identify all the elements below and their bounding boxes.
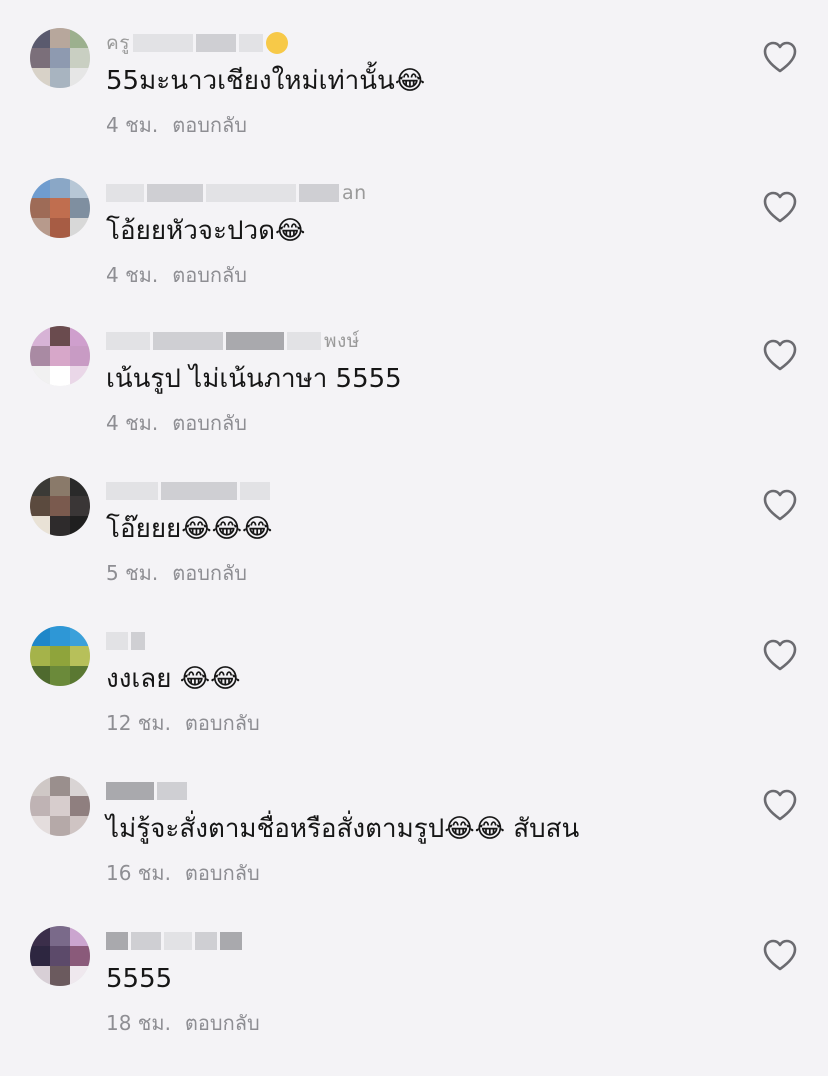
redacted-username-block: [195, 932, 217, 950]
username[interactable]: [106, 928, 242, 954]
redacted-username-block: [287, 332, 321, 350]
avatar[interactable]: [30, 326, 90, 386]
redacted-username-block: [106, 332, 150, 350]
timestamp: 12 ชม.: [106, 711, 171, 735]
comment-meta: 4 ชม. ตอบกลับ: [106, 262, 247, 288]
comment-meta: 12 ชม. ตอบกลับ: [106, 710, 260, 736]
heart-icon[interactable]: [762, 338, 798, 372]
timestamp: 5 ชม.: [106, 561, 159, 585]
avatar[interactable]: [30, 178, 90, 238]
redacted-username-block: [106, 782, 154, 800]
heart-icon[interactable]: [762, 488, 798, 522]
redacted-username-block: [106, 932, 128, 950]
username[interactable]: [106, 628, 145, 654]
avatar[interactable]: [30, 476, 90, 536]
redacted-username-block: [153, 332, 223, 350]
comment-meta: 16 ชม. ตอบกลับ: [106, 860, 260, 886]
redacted-username-block: [240, 482, 270, 500]
username[interactable]: ครู: [106, 30, 288, 56]
comment-text: โอ๊ยยย😂😂😂: [106, 514, 273, 544]
reply-button[interactable]: ตอบกลับ: [172, 561, 247, 585]
username[interactable]: [106, 478, 270, 504]
heart-icon[interactable]: [762, 788, 798, 822]
redacted-username-block: [106, 482, 158, 500]
redacted-username-block: [220, 932, 242, 950]
comment-item: พงษ์เน้นรูป ไม่เน้นภาษา 5555 4 ชม. ตอบกลับ: [0, 326, 828, 476]
heart-icon[interactable]: [762, 40, 798, 74]
avatar[interactable]: [30, 776, 90, 836]
redacted-username-block: [226, 332, 284, 350]
comment-text: งงเลย 😂😂: [106, 664, 241, 694]
avatar[interactable]: [30, 626, 90, 686]
username-text: ครู: [106, 32, 130, 54]
comment-meta: 4 ชม. ตอบกลับ: [106, 410, 247, 436]
timestamp: 16 ชม.: [106, 861, 171, 885]
username-text: an: [342, 182, 367, 204]
username[interactable]: [106, 778, 187, 804]
avatar[interactable]: [30, 926, 90, 986]
redacted-username-block: [164, 932, 192, 950]
comment-meta: 18 ชม. ตอบกลับ: [106, 1010, 260, 1036]
comment-item: ไม่รู้จะสั่งตามชื่อหรือสั่งตามรูป😂😂 สับส…: [0, 776, 828, 926]
reply-button[interactable]: ตอบกลับ: [185, 711, 260, 735]
heart-icon[interactable]: [762, 190, 798, 224]
redacted-username-block: [131, 632, 145, 650]
comment-text: เน้นรูป ไม่เน้นภาษา 5555: [106, 364, 402, 394]
comment-text: ไม่รู้จะสั่งตามชื่อหรือสั่งตามรูป😂😂 สับส…: [106, 814, 580, 844]
redacted-username-block: [132, 34, 193, 52]
comment-item: 5555 18 ชม. ตอบกลับ: [0, 926, 828, 1076]
redacted-username-block: [206, 184, 296, 202]
comment-text: 55มะนาวเชียงใหม่เท่านั้น😂: [106, 66, 426, 96]
redacted-username-block: [131, 932, 161, 950]
comment-item: โอ๊ยยย😂😂😂 5 ชม. ตอบกลับ: [0, 476, 828, 626]
redacted-username-block: [161, 482, 237, 500]
comment-item: งงเลย 😂😂 12 ชม. ตอบกลับ: [0, 626, 828, 776]
emoji-badge-icon: [265, 32, 288, 54]
reply-button[interactable]: ตอบกลับ: [172, 263, 247, 287]
comment-meta: 4 ชม. ตอบกลับ: [106, 112, 247, 138]
reply-button[interactable]: ตอบกลับ: [172, 113, 247, 137]
redacted-username-block: [106, 632, 128, 650]
timestamp: 18 ชม.: [106, 1011, 171, 1035]
username[interactable]: พงษ์: [106, 328, 360, 354]
reply-button[interactable]: ตอบกลับ: [172, 411, 247, 435]
username[interactable]: an: [106, 180, 367, 206]
timestamp: 4 ชม.: [106, 263, 159, 287]
comment-text: 5555: [106, 964, 173, 994]
redacted-username-block: [157, 782, 187, 800]
avatar[interactable]: [30, 28, 90, 88]
reply-button[interactable]: ตอบกลับ: [185, 1011, 260, 1035]
heart-icon[interactable]: [762, 638, 798, 672]
comment-text: โอ้ยยหัวจะปวด😂: [106, 216, 306, 246]
heart-icon[interactable]: [762, 938, 798, 972]
username-text: พงษ์: [324, 330, 360, 352]
redacted-username-block: [238, 34, 263, 52]
redacted-username-block: [147, 184, 203, 202]
comment-meta: 5 ชม. ตอบกลับ: [106, 560, 247, 586]
timestamp: 4 ชม.: [106, 411, 159, 435]
redacted-username-block: [106, 184, 144, 202]
redacted-username-block: [195, 34, 236, 52]
timestamp: 4 ชม.: [106, 113, 159, 137]
comment-item: an โอ้ยยหัวจะปวด😂 4 ชม. ตอบกลับ: [0, 178, 828, 328]
comment-item: ครู 55มะนาวเชียงใหม่เท่านั้น😂 4 ชม. ตอบกลับ: [0, 28, 828, 178]
reply-button[interactable]: ตอบกลับ: [185, 861, 260, 885]
redacted-username-block: [299, 184, 339, 202]
